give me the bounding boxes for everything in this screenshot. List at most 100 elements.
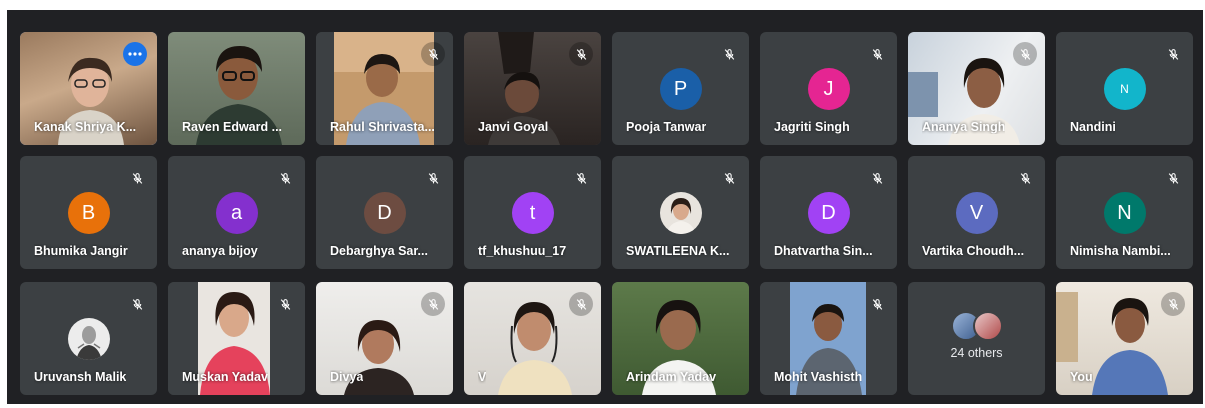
participant-avatar: t [511,192,554,234]
participant-tile[interactable]: a ananya bijoy [168,156,305,269]
participant-avatar-photo [67,318,110,360]
participant-name: Rahul Shrivasta... [330,120,435,134]
participant-name: Ananya Singh [922,120,1006,134]
mic-off-icon [428,48,438,60]
participant-avatar: N [1103,192,1146,234]
participant-name: Arindam Yadav [626,370,717,384]
mute-indicator [1161,292,1185,316]
mic-off-icon [872,172,882,184]
mute-indicator [421,292,445,316]
mic-off-icon [132,298,142,310]
participant-name: Nimisha Nambi... [1070,244,1171,258]
participant-tile[interactable]: V Vartika Choudh... [908,156,1045,269]
participant-tile[interactable]: B Bhumika Jangir [20,156,157,269]
mute-indicator [1161,42,1185,66]
mic-off-icon [1020,48,1030,60]
mute-indicator [1013,166,1037,190]
mic-off-icon [1168,298,1178,310]
participant-avatar: J [807,68,850,110]
mic-off-icon [576,172,586,184]
mute-indicator [865,166,889,190]
more-options-button[interactable] [123,42,147,66]
others-tile[interactable]: 24 others [908,282,1045,395]
mute-indicator [865,292,889,316]
mute-indicator [125,166,149,190]
participant-avatar: B [67,192,110,234]
participant-tile[interactable]: J Jagriti Singh [760,32,897,145]
mute-indicator [125,292,149,316]
participant-name: Janvi Goyal [478,120,549,134]
participant-avatar: D [807,192,850,234]
participant-name: ananya bijoy [182,244,258,258]
mic-off-icon [872,48,882,60]
mic-off-icon [280,172,290,184]
participant-tile[interactable]: N Nandini [1056,32,1193,145]
others-count: 24 others [950,346,1003,360]
participant-tile[interactable]: Mohit Vashisth [760,282,897,395]
participant-name: Dhatvartha Sin... [774,244,873,258]
participant-name: SWATILEENA K... [626,244,730,258]
mute-indicator [1161,166,1185,190]
others-avatar [973,311,1003,341]
mic-off-icon [1020,172,1030,184]
mute-indicator [569,166,593,190]
mic-off-icon [576,48,586,60]
mute-indicator [569,292,593,316]
participant-tile[interactable]: P Pooja Tanwar [612,32,749,145]
participant-avatar: a [215,192,258,234]
participant-tile[interactable]: Ananya Singh [908,32,1045,145]
participant-name: Kanak Shriya K... [34,120,137,134]
participant-name: Raven Edward ... [182,120,283,134]
participant-tile[interactable]: Rahul Shrivasta... [316,32,453,145]
mic-off-icon [1168,172,1178,184]
participant-avatar: N [1103,68,1146,110]
mic-off-icon [724,172,734,184]
participant-avatar: P [659,68,702,110]
mic-off-icon [1168,48,1178,60]
participant-name: Vartika Choudh... [922,244,1025,258]
participant-tile[interactable]: SWATILEENA K... [612,156,749,269]
participant-tile[interactable]: D Debarghya Sar... [316,156,453,269]
participant-grid: Kanak Shriya K... Raven Edward ... Rahul… [7,10,1203,404]
mute-indicator [273,166,297,190]
mute-indicator [865,42,889,66]
participant-name: You [1070,370,1093,384]
participant-name: Jagriti Singh [774,120,850,134]
mute-indicator [717,42,741,66]
mic-off-icon [428,298,438,310]
participant-name: Nandini [1070,120,1116,134]
more-options-icon [128,52,142,56]
participant-name: Bhumika Jangir [34,244,128,258]
mic-off-icon [724,48,734,60]
mic-off-icon [280,298,290,310]
participant-avatar: V [955,192,998,234]
participant-avatar-photo [659,192,702,234]
participant-tile[interactable]: t tf_khushuu_17 [464,156,601,269]
participant-name: V [478,370,487,384]
participant-name: Divya [330,370,364,384]
mic-off-icon [428,172,438,184]
participant-tile[interactable]: V [464,282,601,395]
mute-indicator [717,166,741,190]
participant-tile[interactable]: N Nimisha Nambi... [1056,156,1193,269]
participant-name: Pooja Tanwar [626,120,707,134]
mute-indicator [421,42,445,66]
participant-tile[interactable]: Muskan Yadav [168,282,305,395]
participant-tile[interactable]: You [1056,282,1193,395]
mute-indicator [569,42,593,66]
mute-indicator [273,292,297,316]
participant-tile[interactable]: Arindam Yadav [612,282,749,395]
participant-tile[interactable]: Kanak Shriya K... [20,32,157,145]
mute-indicator [421,166,445,190]
mic-off-icon [576,298,586,310]
participant-name: Muskan Yadav [182,370,268,384]
participant-tile[interactable]: Janvi Goyal [464,32,601,145]
participant-tile[interactable]: Uruvansh Malik [20,282,157,395]
participant-name: tf_khushuu_17 [478,244,567,258]
participant-tile[interactable]: Raven Edward ... [168,32,305,145]
participant-tile[interactable]: D Dhatvartha Sin... [760,156,897,269]
participant-tile[interactable]: Divya [316,282,453,395]
participant-avatar: D [363,192,406,234]
participant-name: Uruvansh Malik [34,370,127,384]
mute-indicator [1013,42,1037,66]
